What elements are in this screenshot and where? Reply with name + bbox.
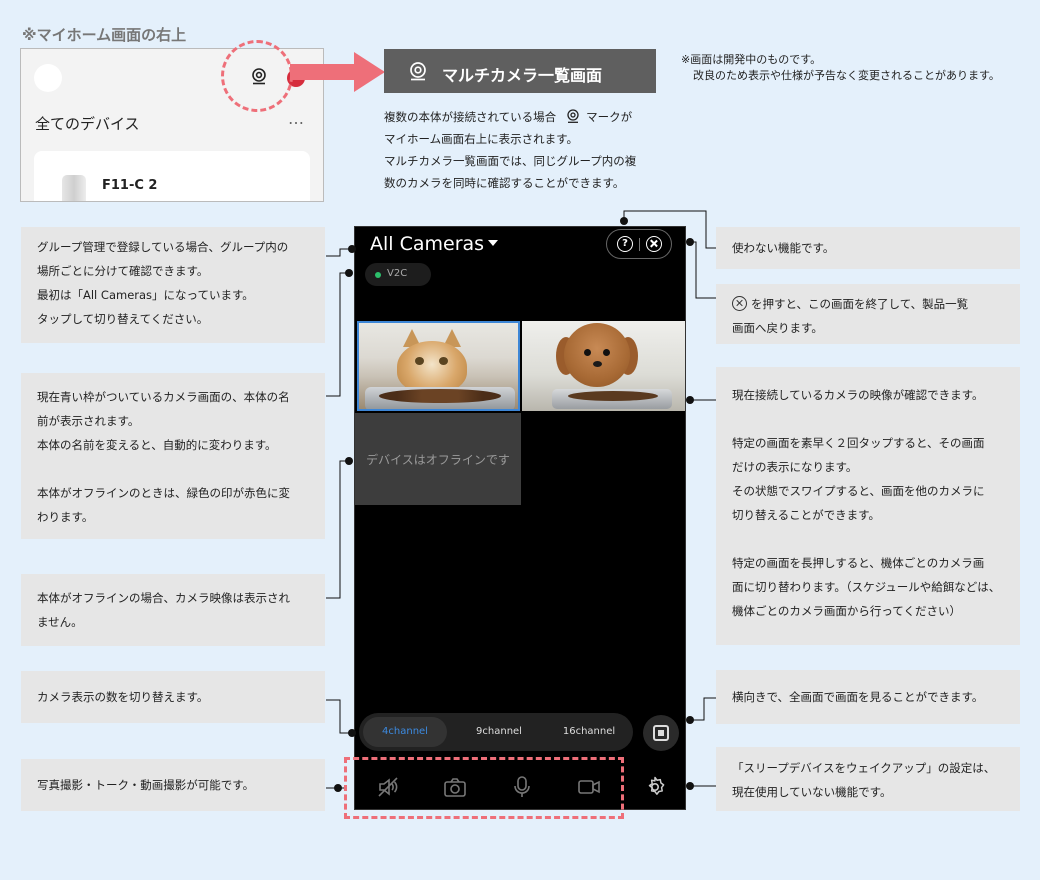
cat-head <box>397 341 467 393</box>
divider <box>639 238 640 251</box>
device-name: F11-C 2 <box>102 178 158 193</box>
close-icon[interactable] <box>646 236 662 252</box>
callout-line: 本体がオフラインの場合、カメラ映像は表示され <box>37 591 290 605</box>
arrow-icon <box>290 52 385 92</box>
callout-line <box>732 407 1004 431</box>
notice-line: 改良のため表示や仕様が予告なく変更されることがあります。 <box>693 69 1000 82</box>
intro-line: 複数の本体が接続されている場合 <box>384 110 557 124</box>
camera-feed-offline[interactable]: デバイスはオフラインです <box>355 413 521 505</box>
callout-line: カメラ表示の数を切り替えます。 <box>37 690 209 704</box>
intro-text: 複数の本体が接続されている場合 マークが マイホーム画面右上に表示されます。 マル… <box>384 106 684 194</box>
toolbar-highlight <box>344 757 624 819</box>
callout-line: わります。 <box>37 510 94 524</box>
device-name: V2C <box>387 268 408 279</box>
help-icon[interactable]: ? <box>617 236 633 252</box>
food <box>379 389 501 403</box>
offline-message: デバイスはオフラインです <box>366 453 510 467</box>
callout-line: を押すと、この画面を終了して、製品一覧 <box>751 297 969 311</box>
callout-line: 最初は「All Cameras」になっています。 <box>37 288 254 302</box>
intro-line: マイホーム画面右上に表示されます。 <box>384 132 579 146</box>
callout-line: タップして切り替えてください。 <box>37 312 209 326</box>
multi-camera-screen: All Cameras ? V2C デバイスはオフラインです 4channel … <box>354 226 686 810</box>
callout-line: 特定の画面を素早く２回タップすると、その画面 <box>732 436 985 450</box>
intro-line: マルチカメラ一覧画面では、同じグループ内の複 <box>384 154 637 168</box>
callout-device-name: 現在青い枠がついているカメラ画面の、本体の名 前が表示されます。 本体の名前を変… <box>21 373 325 539</box>
callout-line: 現在青い枠がついているカメラ画面の、本体の名 <box>37 390 290 404</box>
callout-line: 面に切り替わります。（スケジュールや給餌などは、 <box>732 580 1001 594</box>
chevron-down-icon[interactable] <box>488 240 498 246</box>
callout-line: 現在接続しているカメラの映像が確認できます。 <box>732 388 984 402</box>
callout-line: だけの表示になります。 <box>732 460 858 474</box>
callout-line: ません。 <box>37 615 83 629</box>
gear-icon[interactable] <box>643 775 667 799</box>
fullscreen-button[interactable] <box>643 715 679 751</box>
online-status-dot <box>375 272 381 278</box>
callout-line: 切り替えることができます。 <box>732 508 881 522</box>
callout-line: その状態でスワイプすると、画面を他のカメラに <box>732 484 985 498</box>
device-card[interactable]: F11-C 2 <box>34 151 310 201</box>
callout-line: 使わない機能です。 <box>732 241 835 255</box>
callout-fullscreen: 横向きで、全画面で画面を見ることができます。 <box>716 670 1020 724</box>
more-icon[interactable]: … <box>288 109 305 128</box>
channel-9-button[interactable]: 9channel <box>457 713 541 751</box>
multi-camera-icon <box>410 62 426 81</box>
callout-offline: 本体がオフラインの場合、カメラ映像は表示され ません。 <box>21 574 325 646</box>
callout-line: 画面へ戻ります。 <box>732 321 823 335</box>
fullscreen-icon <box>653 725 669 741</box>
callout-line <box>37 457 309 481</box>
callout-close: を押すと、この画面を終了して、製品一覧 画面へ戻ります。 <box>716 284 1020 344</box>
callout-line: 現在使用していない機能です。 <box>732 785 892 799</box>
page-title-box: マルチカメラ一覧画面 <box>384 49 656 93</box>
dog-eye <box>584 349 591 356</box>
callout-toolbar: 写真撮影・トーク・動画撮影が可能です。 <box>21 759 325 811</box>
callout-line: 写真撮影・トーク・動画撮影が可能です。 <box>37 778 255 792</box>
callout-settings: 「スリープデバイスをウェイクアップ」の設定は、 現在使用していない機能です。 <box>716 747 1020 811</box>
page-title: マルチカメラ一覧画面 <box>442 66 603 85</box>
callout-line: 場所ごとに分けて確認できます。 <box>37 264 209 278</box>
callout-line: 本体の名前を変えると、自動的に変わります。 <box>37 438 277 452</box>
callout-camera-feed: 現在接続しているカメラの映像が確認できます。 特定の画面を素早く２回タップすると… <box>716 367 1020 645</box>
callout-line: 特定の画面を長押しすると、機体ごとのカメラ画 <box>732 556 985 570</box>
channel-switcher: 4channel 9channel 16channel <box>359 713 633 751</box>
group-selector[interactable]: All Cameras <box>370 233 484 255</box>
callout-help: 使わない機能です。 <box>716 227 1020 269</box>
multi-camera-icon <box>567 109 579 123</box>
channel-16-button[interactable]: 16channel <box>547 713 631 751</box>
callout-line: グループ管理で登録している場合、グループ内の <box>37 240 289 254</box>
cat-eye <box>415 357 424 365</box>
cat-eye <box>439 357 448 365</box>
dog-eye <box>603 349 610 356</box>
intro-line: 数のカメラを同時に確認することができます。 <box>384 176 625 190</box>
callout-line <box>732 527 1004 551</box>
channel-4-button[interactable]: 4channel <box>363 717 447 747</box>
avatar <box>34 64 62 92</box>
callout-group-selector: グループ管理で登録している場合、グループ内の 場所ごとに分けて確認できます。 最… <box>21 227 325 343</box>
callout-channels: カメラ表示の数を切り替えます。 <box>21 671 325 723</box>
camera-feed-cat[interactable] <box>357 321 520 411</box>
highlight-circle <box>221 40 293 112</box>
top-controls: ? <box>606 229 672 259</box>
dog-head <box>564 323 630 387</box>
callout-line: 本体がオフラインのときは、緑色の印が赤色に変 <box>37 486 290 500</box>
callout-line: 前が表示されます。 <box>37 414 140 428</box>
dog-nose <box>593 361 602 367</box>
device-name-chip: V2C <box>365 263 431 286</box>
device-thumbnail <box>62 175 86 201</box>
intro-line: マークが <box>586 110 633 124</box>
inset-title: ※マイホーム画面の右上 <box>22 26 187 44</box>
food <box>568 391 658 401</box>
camera-feed-dog[interactable] <box>522 321 685 411</box>
callout-line: 機体ごとのカメラ画面から行ってください） <box>732 604 961 618</box>
close-icon <box>732 296 747 311</box>
callout-line: 「スリープデバイスをウェイクアップ」の設定は、 <box>732 761 996 775</box>
all-devices-label: 全てのデバイス <box>35 115 140 133</box>
callout-line: 横向きで、全画面で画面を見ることができます。 <box>732 690 984 704</box>
notice-line: ※画面は開発中のものです。 <box>681 53 822 66</box>
notice-text: ※画面は開発中のものです。 改良のため表示や仕様が予告なく変更されることがありま… <box>681 52 1000 84</box>
